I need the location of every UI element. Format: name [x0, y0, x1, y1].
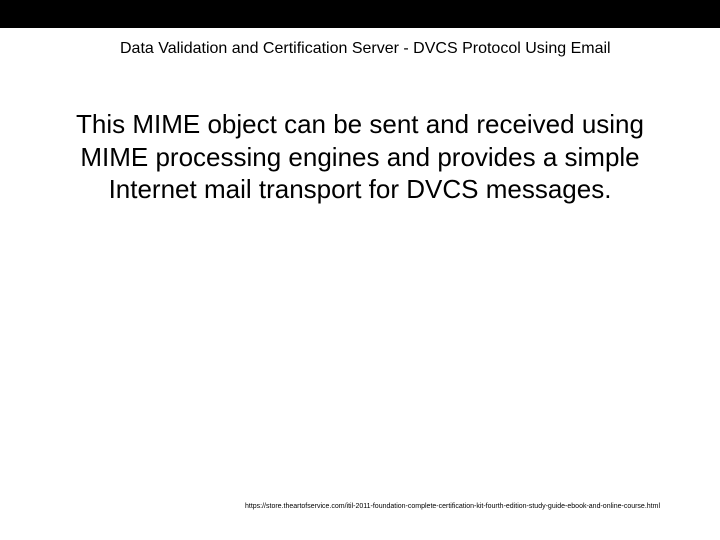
body-paragraph: This MIME object can be sent and receive…	[0, 58, 720, 206]
footer-url: https://store.theartofservice.com/itil-2…	[245, 503, 660, 510]
page-title: Data Validation and Certification Server…	[0, 28, 720, 58]
header-bar	[0, 0, 720, 28]
